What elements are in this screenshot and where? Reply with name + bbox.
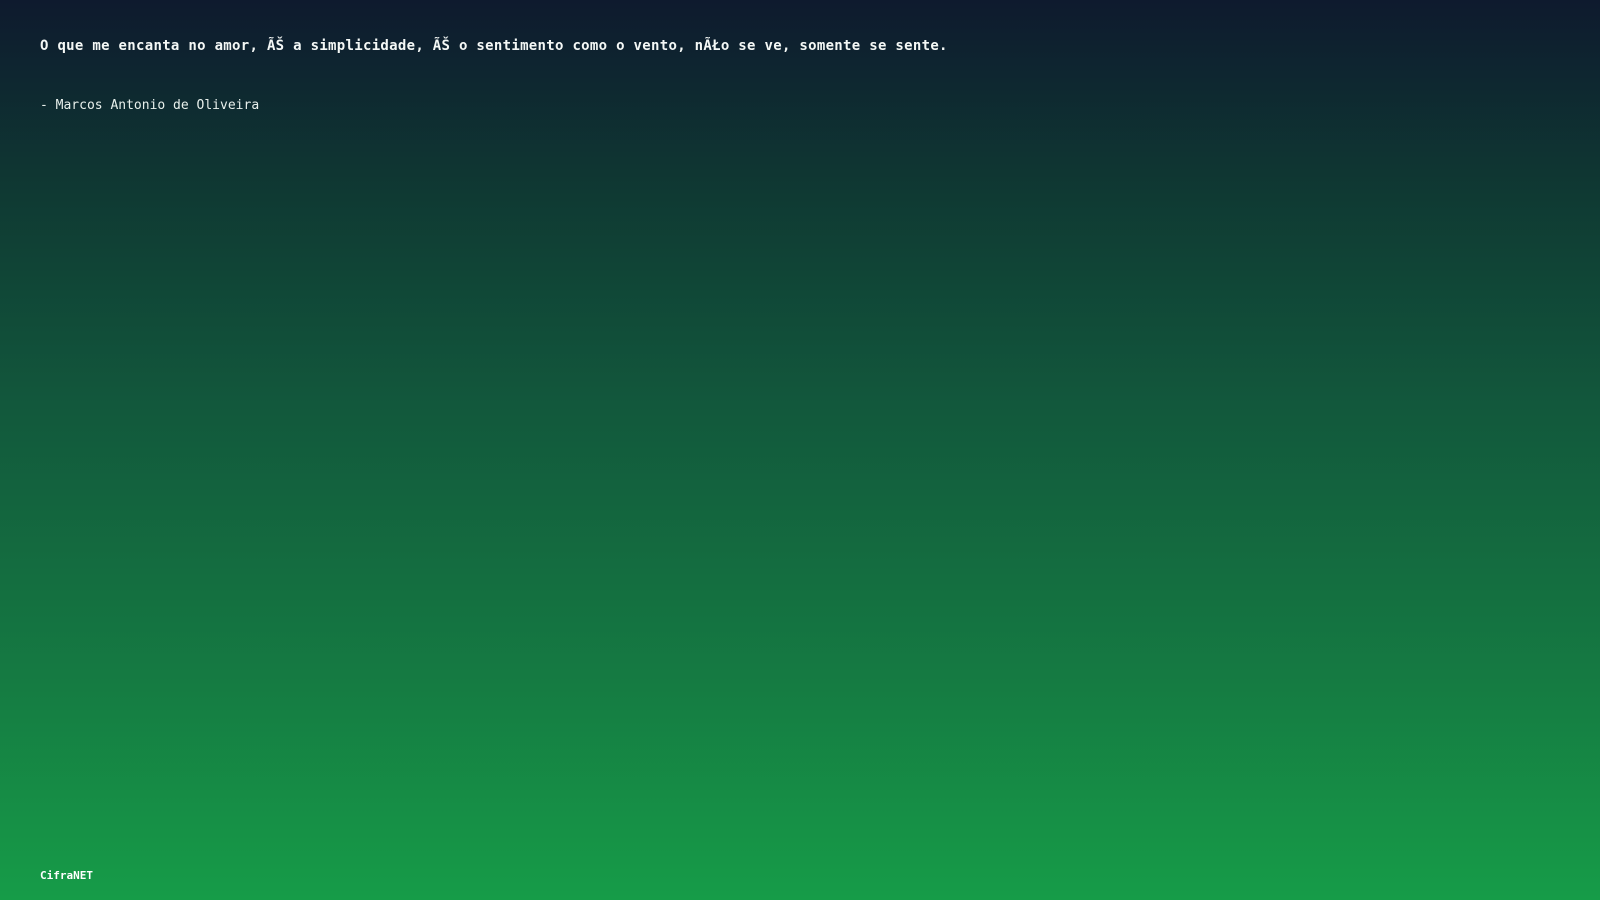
brand-logo-text: CifraNET [40, 869, 93, 882]
quote-text: O que me encanta no amor, ÃŠ a simplicid… [40, 38, 948, 54]
quote-screen: O que me encanta no amor, ÃŠ a simplicid… [0, 0, 1600, 900]
quote-author: - Marcos Antonio de Oliveira [40, 98, 260, 113]
